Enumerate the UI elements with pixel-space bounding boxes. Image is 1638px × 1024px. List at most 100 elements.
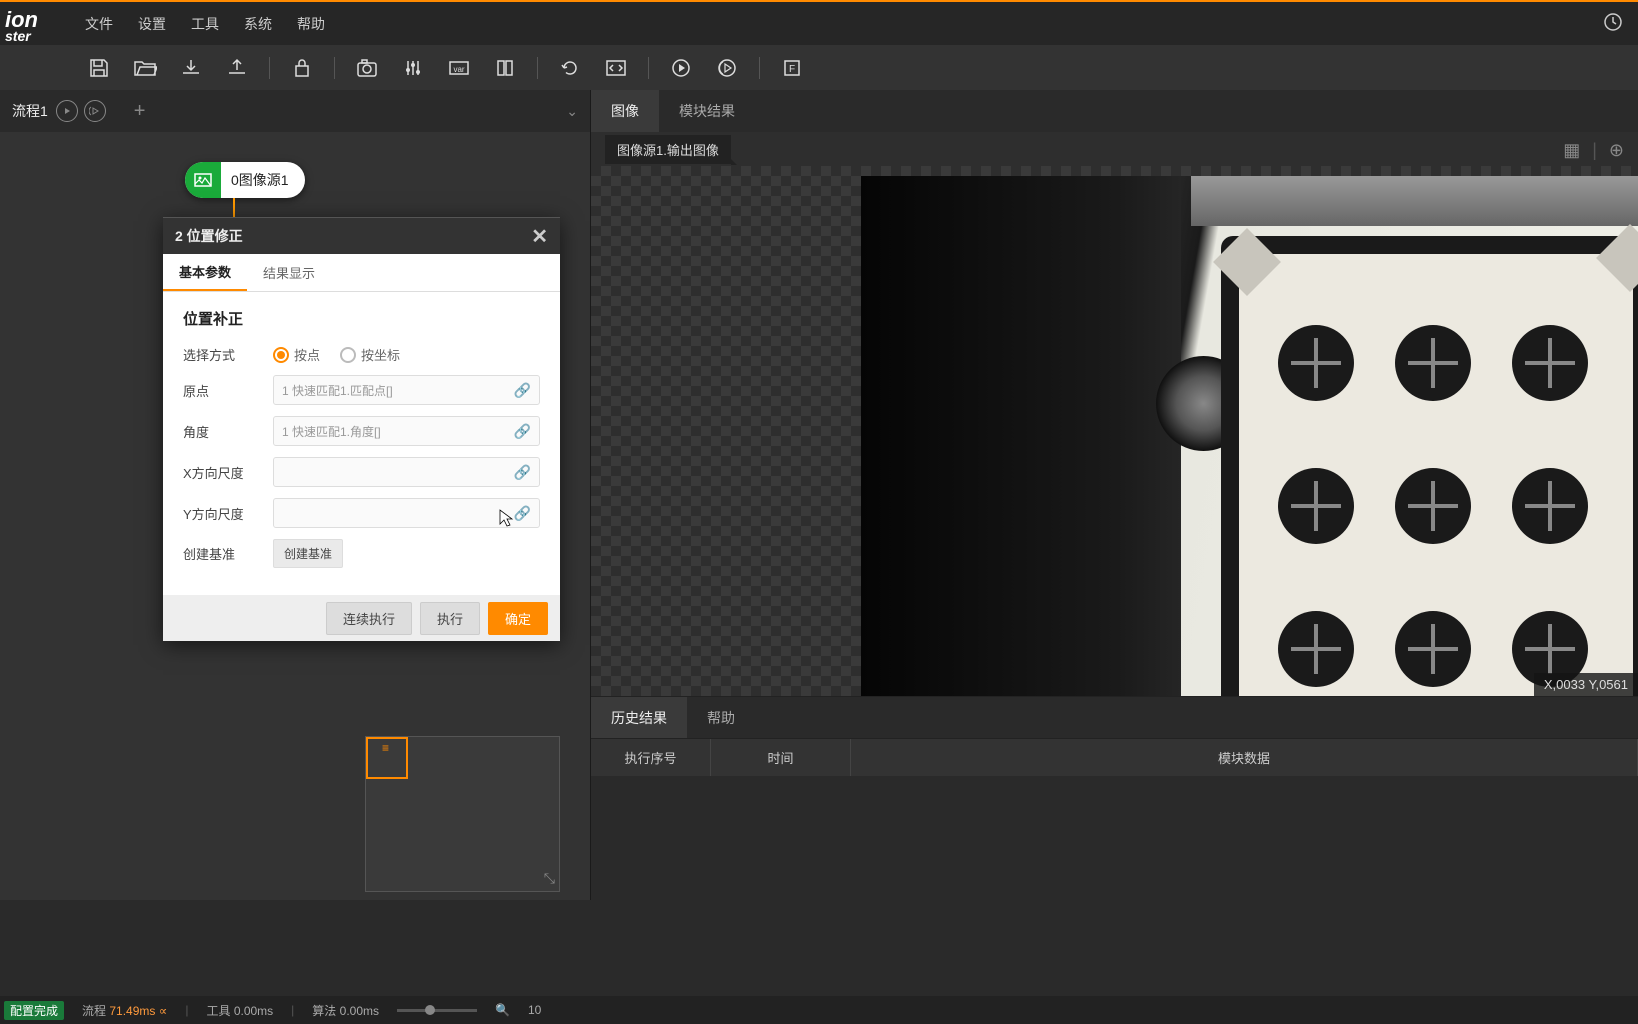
flow-run-loop-icon[interactable] (84, 100, 106, 122)
camera-image (861, 176, 1638, 696)
menu-file[interactable]: 文件 (85, 14, 113, 34)
export-icon[interactable] (223, 54, 251, 82)
exec-button[interactable]: 执行 (420, 602, 480, 635)
image-source-tag[interactable]: 图像源1.输出图像 (605, 135, 731, 164)
toolbar: var F (0, 45, 1638, 90)
origin-value: 1 快速匹配1.匹配点[] (282, 382, 393, 399)
minimap-viewport[interactable] (366, 737, 408, 779)
svg-text:F: F (789, 64, 795, 75)
menu-help[interactable]: 帮助 (297, 14, 325, 34)
result-table-body[interactable] (591, 776, 1638, 900)
flow-run-once-icon[interactable] (56, 100, 78, 122)
grid-icon[interactable]: ▦ (1563, 140, 1580, 161)
code-icon[interactable] (602, 54, 630, 82)
layout-icon[interactable] (491, 54, 519, 82)
svg-text:var: var (453, 65, 464, 74)
sliders-icon[interactable] (399, 54, 427, 82)
radio-point-label: 按点 (294, 345, 320, 364)
minimap[interactable]: ≡ ⤡ (365, 736, 560, 892)
camera-icon[interactable] (353, 54, 381, 82)
toolbar-separator (334, 57, 335, 79)
zoom-value: 10 (528, 1003, 541, 1017)
status-config-done: 配置完成 (4, 1001, 64, 1020)
front-panel-icon[interactable]: F (778, 54, 806, 82)
tab-help[interactable]: 帮助 (687, 697, 755, 738)
image-icon (185, 162, 221, 198)
menu-settings[interactable]: 设置 (138, 14, 166, 34)
status-algo-label: 算法 0.00ms (312, 1002, 379, 1019)
refresh-icon[interactable] (556, 54, 584, 82)
th-module-data: 模块数据 (851, 739, 1638, 776)
link-icon[interactable]: 🔗 (514, 382, 531, 399)
preview-panel: 图像 模块结果 图像源1.输出图像 ▦ | ⊕ ‹ (590, 90, 1638, 900)
continuous-exec-button[interactable]: 连续执行 (326, 602, 412, 635)
save-icon[interactable] (85, 54, 113, 82)
link-icon[interactable]: 🔗 (514, 464, 531, 481)
x-scale-input[interactable]: 🔗 (273, 457, 540, 487)
tool-separator: | (1592, 140, 1597, 161)
tab-history[interactable]: 历史结果 (591, 697, 687, 738)
menubar: 文件 设置 工具 系统 帮助 (0, 0, 1638, 45)
tab-image[interactable]: 图像 (591, 90, 659, 132)
status-tool-label: 工具 0.00ms (206, 1002, 273, 1019)
zoom-search-icon[interactable]: 🔍 (495, 1003, 510, 1017)
label-origin: 原点 (183, 381, 273, 400)
confirm-button[interactable]: 确定 (488, 602, 548, 635)
app-logo: ion ster (0, 10, 38, 42)
label-y-scale: Y方向尺度 (183, 504, 273, 523)
play-icon[interactable] (667, 54, 695, 82)
y-scale-input[interactable]: 🔗 (273, 498, 540, 528)
flow-tab-1[interactable]: 流程1 (12, 101, 48, 121)
status-flow-label: 流程 71.49ms ∝ (82, 1002, 167, 1019)
node-image-source[interactable]: 0图像源1 (185, 162, 305, 198)
origin-input[interactable]: 1 快速匹配1.匹配点[] 🔗 (273, 375, 540, 405)
angle-input[interactable]: 1 快速匹配1.角度[] 🔗 (273, 416, 540, 446)
image-source-row: 图像源1.输出图像 ▦ | ⊕ (591, 132, 1638, 166)
dialog-tabs: 基本参数 结果显示 (163, 254, 560, 292)
chevron-down-icon[interactable]: ⌄ (566, 103, 578, 120)
link-icon[interactable]: 🔗 (514, 423, 531, 440)
open-icon[interactable] (131, 54, 159, 82)
status-algo-time: 0.00ms (340, 1004, 379, 1018)
position-correction-dialog: 2 位置修正 ✕ 基本参数 结果显示 位置补正 选择方式 按点 按坐标 (163, 217, 560, 641)
close-icon[interactable]: ✕ (531, 224, 548, 249)
logo-line1: ion (5, 10, 38, 30)
status-bar: 配置完成 流程 71.49ms ∝ | 工具 0.00ms | 算法 0.00m… (0, 996, 1638, 1024)
dialog-body: 位置补正 选择方式 按点 按坐标 原点 1 快速匹配1.匹配点[]🔗 角度 (163, 292, 560, 595)
create-base-button[interactable]: 创建基准 (273, 539, 343, 568)
play-loop-icon[interactable] (713, 54, 741, 82)
lock-icon[interactable] (288, 54, 316, 82)
label-x-scale: X方向尺度 (183, 463, 273, 482)
menu-tools[interactable]: 工具 (191, 14, 219, 34)
coordinate-readout: X,0033 Y,0561 (1534, 673, 1638, 696)
preview-tabs: 图像 模块结果 (591, 90, 1638, 132)
result-tabs: 历史结果 帮助 (591, 696, 1638, 738)
radio-by-coord[interactable]: 按坐标 (340, 345, 400, 364)
toolbar-separator (648, 57, 649, 79)
node-label: 0图像源1 (231, 170, 289, 190)
zoom-icon[interactable]: ⊕ (1609, 140, 1624, 161)
flow-add-tab[interactable]: + (114, 100, 146, 123)
clock-icon[interactable] (1603, 12, 1623, 32)
tab-result-display[interactable]: 结果显示 (247, 254, 331, 291)
dialog-title-text: 2 位置修正 (175, 226, 243, 246)
dialog-titlebar[interactable]: 2 位置修正 ✕ (163, 218, 560, 254)
resize-handle-icon[interactable]: ⤡ (544, 870, 555, 887)
link-icon[interactable]: 🔗 (514, 505, 531, 522)
menu-system[interactable]: 系统 (244, 14, 272, 34)
zoom-slider[interactable] (397, 1009, 477, 1012)
variable-icon[interactable]: var (445, 54, 473, 82)
th-sequence: 执行序号 (591, 739, 711, 776)
radio-coord-label: 按坐标 (361, 345, 400, 364)
angle-value: 1 快速匹配1.角度[] (282, 423, 381, 440)
status-tool-time: 0.00ms (234, 1004, 273, 1018)
flow-canvas[interactable]: 0图像源1 2 位置修正 ✕ 基本参数 结果显示 位置补正 选择方式 (0, 132, 590, 900)
image-viewport[interactable]: ‹ X,0033 Y,0561 (591, 166, 1638, 696)
label-select-method: 选择方式 (183, 345, 273, 364)
toolbar-separator (537, 57, 538, 79)
radio-by-point[interactable]: 按点 (273, 345, 320, 364)
tab-module-result[interactable]: 模块结果 (659, 90, 755, 132)
tab-basic-params[interactable]: 基本参数 (163, 254, 247, 291)
label-angle: 角度 (183, 422, 273, 441)
import-icon[interactable] (177, 54, 205, 82)
